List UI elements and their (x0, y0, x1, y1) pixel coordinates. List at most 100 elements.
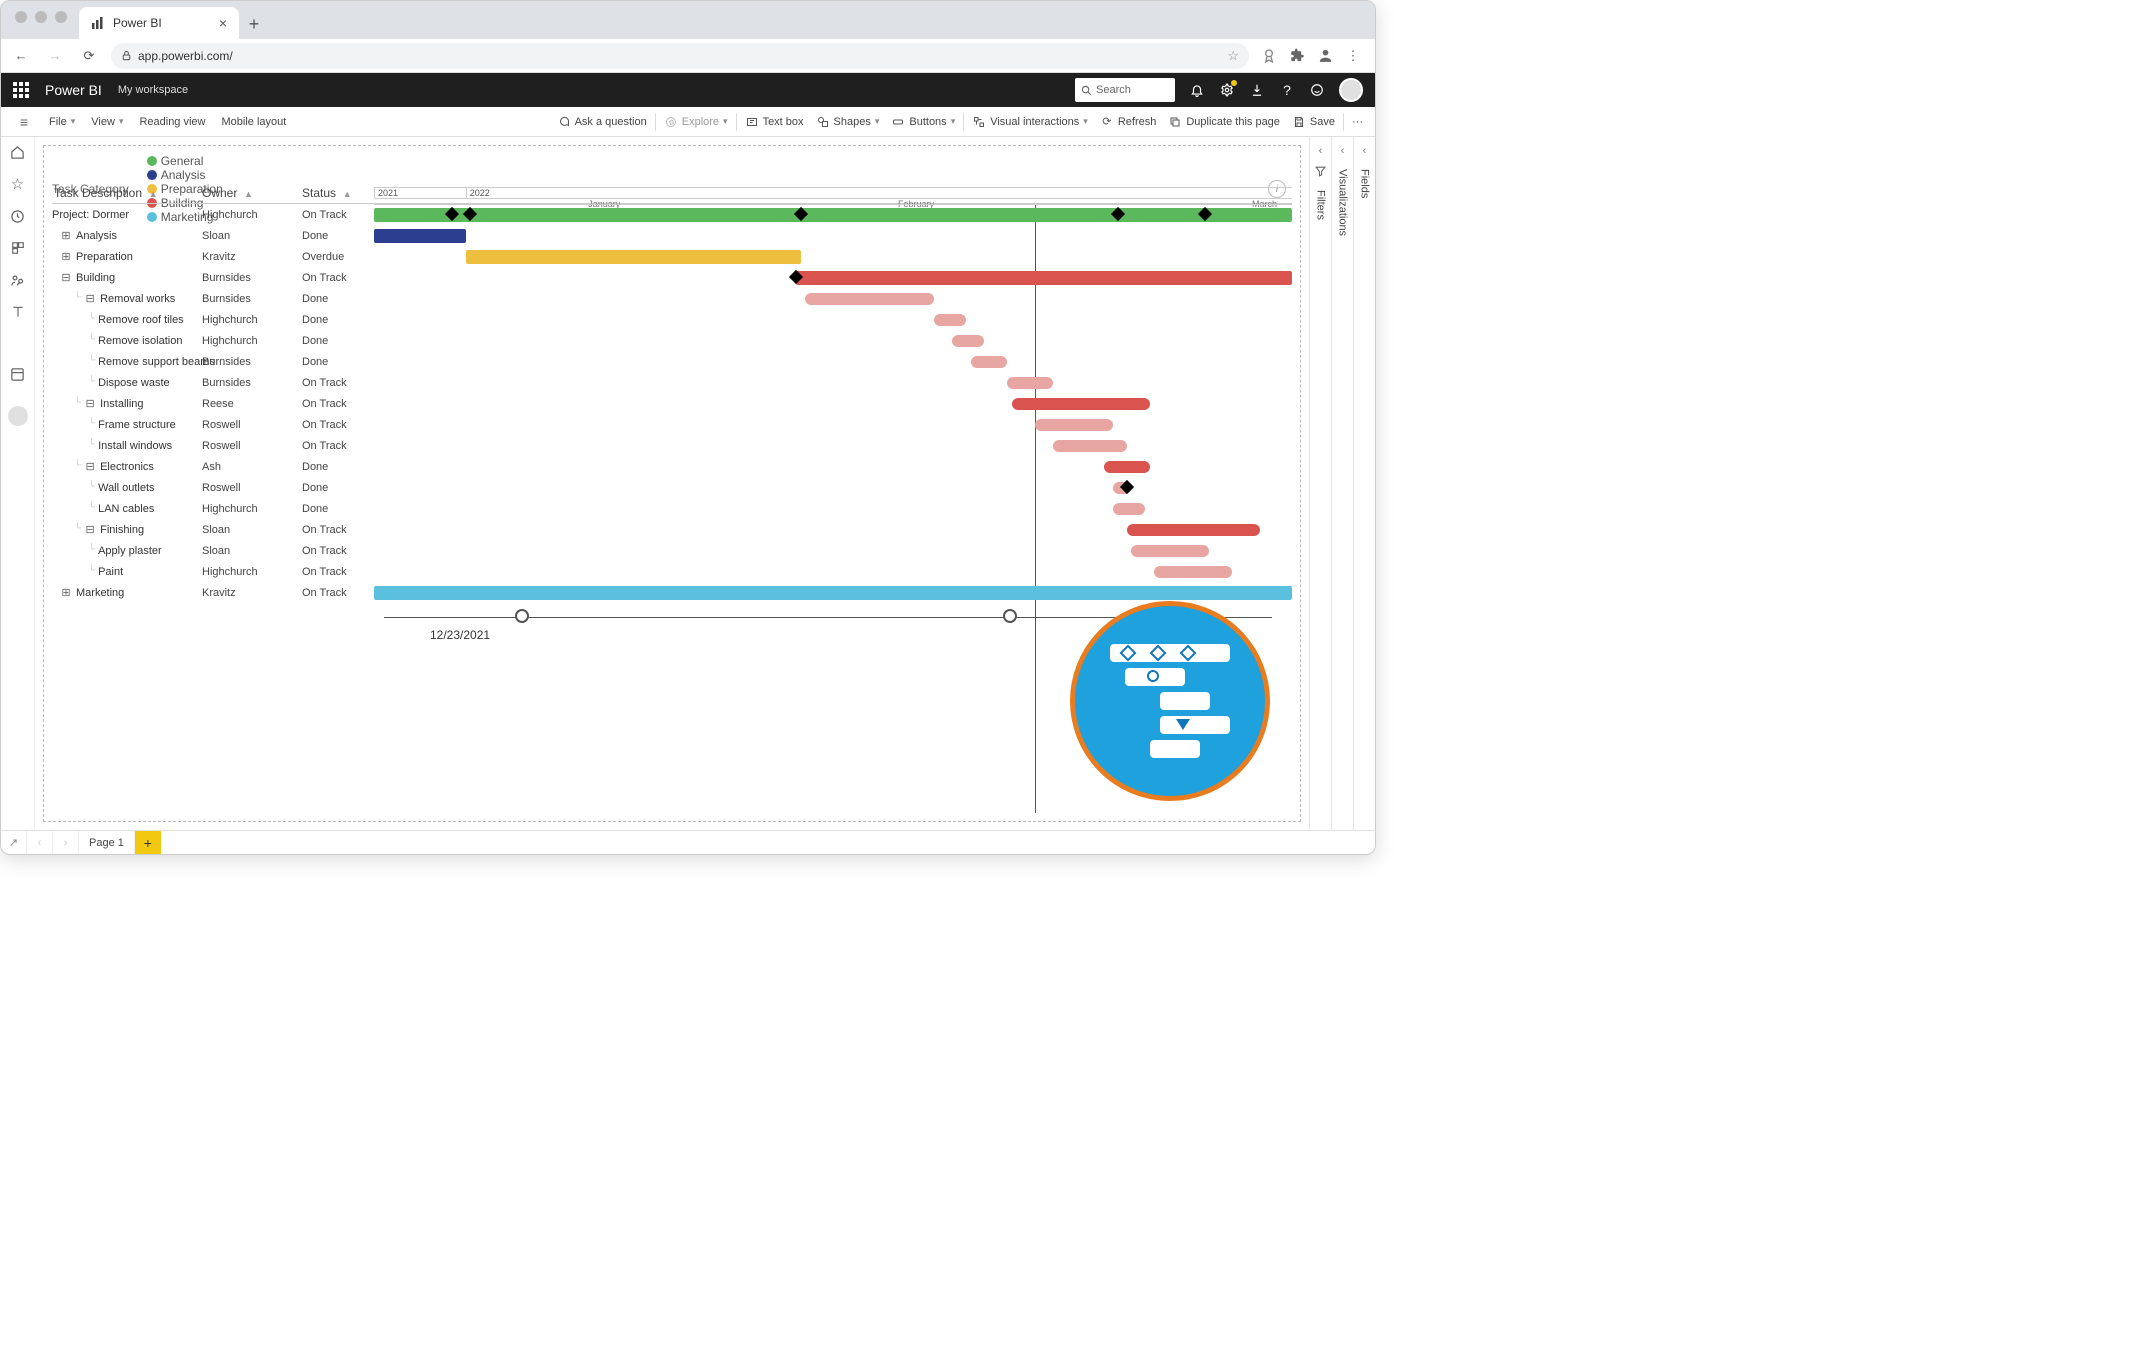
legend-item[interactable]: General (147, 154, 223, 168)
forward-button[interactable]: → (43, 44, 67, 68)
collapse-icon[interactable]: ⊟ (84, 398, 96, 410)
more-menu[interactable]: ··· (1346, 116, 1369, 128)
mac-close-button[interactable] (15, 11, 27, 23)
visualizations-pane[interactable]: ‹ Visualizations (1331, 137, 1353, 830)
collapse-icon[interactable]: ⊟ (84, 461, 96, 473)
chrome-reward-icon[interactable] (1259, 46, 1279, 66)
gantt-bar[interactable] (466, 250, 801, 264)
collapse-icon[interactable]: ⊟ (84, 293, 96, 305)
gantt-bar[interactable] (1012, 398, 1150, 410)
save-button[interactable]: Save (1286, 115, 1341, 129)
left-nav-rail: ☆ (1, 137, 35, 830)
slider-handle-end[interactable] (1003, 609, 1017, 623)
status-cell: Done (302, 293, 374, 305)
workspace-label[interactable]: My workspace (118, 84, 188, 96)
my-workspace-avatar[interactable] (8, 406, 28, 426)
mac-zoom-button[interactable] (55, 11, 67, 23)
gantt-bar[interactable] (1035, 419, 1113, 431)
collapse-icon[interactable]: ⊟ (60, 272, 72, 284)
settings-icon[interactable] (1219, 82, 1235, 98)
report-canvas[interactable]: Task Category General Analysis Preparati… (43, 145, 1301, 822)
help-icon[interactable]: ? (1279, 82, 1295, 98)
refresh-button[interactable]: ⟳Refresh (1094, 115, 1163, 129)
shapes-button[interactable]: Shapes▾ (810, 115, 886, 129)
fields-pane[interactable]: ‹ Fields (1353, 137, 1375, 830)
prev-page-button[interactable]: ‹ (27, 831, 53, 854)
legend-item[interactable]: Analysis (147, 168, 223, 182)
tree-branch-icon: └ (74, 292, 81, 303)
chrome-menu-icon[interactable]: ⋮ (1343, 46, 1363, 66)
chevron-left-icon[interactable]: ‹ (1363, 145, 1367, 157)
gantt-bar[interactable] (374, 229, 466, 243)
gantt-bar[interactable] (971, 356, 1008, 368)
view-menu[interactable]: View▾ (83, 107, 131, 136)
expand-icon[interactable]: ⊞ (60, 587, 72, 599)
profile-icon[interactable] (1315, 46, 1335, 66)
download-icon[interactable] (1249, 82, 1265, 98)
status-cell: Done (302, 461, 374, 473)
extensions-icon[interactable] (1287, 46, 1307, 66)
gantt-bar[interactable] (1104, 461, 1150, 473)
gantt-bar[interactable] (374, 586, 1292, 600)
tree-branch-icon: └ (88, 313, 95, 324)
browser-tab[interactable]: Power BI × (79, 7, 239, 39)
apps-icon[interactable] (1, 239, 34, 257)
file-menu[interactable]: File▾ (41, 107, 83, 136)
workspaces-icon[interactable] (1, 366, 34, 384)
filters-label: Filters (1315, 190, 1327, 220)
gantt-bar[interactable] (1053, 440, 1126, 452)
gantt-bar[interactable] (1154, 566, 1232, 578)
gantt-bar[interactable] (374, 208, 1292, 222)
buttons-button[interactable]: Buttons▾ (885, 115, 961, 129)
expand-icon[interactable]: ⊞ (60, 251, 72, 263)
mobile-layout-button[interactable]: Mobile layout (214, 107, 295, 136)
visual-interactions-button[interactable]: Visual interactions▾ (966, 115, 1094, 129)
user-avatar[interactable] (1339, 78, 1363, 102)
expand-icon[interactable]: ⊞ (60, 230, 72, 242)
chevron-left-icon[interactable]: ‹ (1341, 145, 1345, 157)
gantt-bar[interactable] (1113, 503, 1145, 515)
gantt-bar[interactable] (952, 335, 984, 347)
sort-asc-icon: ▲ (149, 189, 158, 199)
gantt-bar[interactable] (805, 293, 934, 305)
filters-pane[interactable]: ‹ Filters (1309, 137, 1331, 830)
nav-hamburger-icon[interactable]: ≡ (7, 114, 41, 130)
recent-icon[interactable] (1, 207, 34, 225)
col-owner[interactable]: Owner ▲ (202, 186, 302, 200)
notifications-icon[interactable] (1189, 82, 1205, 98)
mac-minimize-button[interactable] (35, 11, 47, 23)
add-page-button[interactable]: + (135, 831, 161, 854)
app-launcher-icon[interactable] (13, 82, 31, 98)
gantt-bar[interactable] (934, 314, 966, 326)
address-bar[interactable]: app.powerbi.com/ ☆ (111, 43, 1249, 69)
popout-icon[interactable]: ↗ (1, 831, 27, 854)
bookmark-star-icon[interactable]: ☆ (1227, 48, 1239, 64)
gantt-bar[interactable] (796, 271, 1292, 285)
page-tab[interactable]: Page 1 (79, 831, 135, 854)
new-tab-button[interactable]: + (239, 9, 269, 39)
back-button[interactable]: ← (9, 44, 33, 68)
home-icon[interactable] (1, 143, 34, 161)
collapse-icon[interactable]: ⊟ (84, 524, 96, 536)
gantt-bar[interactable] (1007, 377, 1053, 389)
reload-button[interactable]: ⟳ (77, 44, 101, 68)
brand-label[interactable]: Power BI (45, 82, 102, 98)
reading-view-button[interactable]: Reading view (131, 107, 213, 136)
duplicate-page-button[interactable]: Duplicate this page (1162, 115, 1286, 129)
shared-icon[interactable] (1, 271, 34, 289)
ask-question-button[interactable]: Ask a question (551, 115, 653, 129)
textbox-button[interactable]: Text box (739, 115, 810, 129)
col-task-description[interactable]: Task Description ▲ (52, 186, 202, 200)
close-tab-icon[interactable]: × (219, 15, 227, 31)
learn-icon[interactable] (1, 303, 34, 321)
gantt-bar[interactable] (1127, 524, 1260, 536)
gantt-bar[interactable] (1131, 545, 1209, 557)
favorites-icon[interactable]: ☆ (1, 175, 34, 193)
search-input[interactable]: Search (1075, 78, 1175, 102)
col-status[interactable]: Status ▲ (302, 186, 374, 200)
feedback-icon[interactable] (1309, 82, 1325, 98)
slider-handle-start[interactable] (515, 609, 529, 623)
next-page-button[interactable]: › (53, 831, 79, 854)
explore-button[interactable]: Explore▾ (658, 115, 734, 129)
chevron-left-icon[interactable]: ‹ (1319, 145, 1323, 157)
